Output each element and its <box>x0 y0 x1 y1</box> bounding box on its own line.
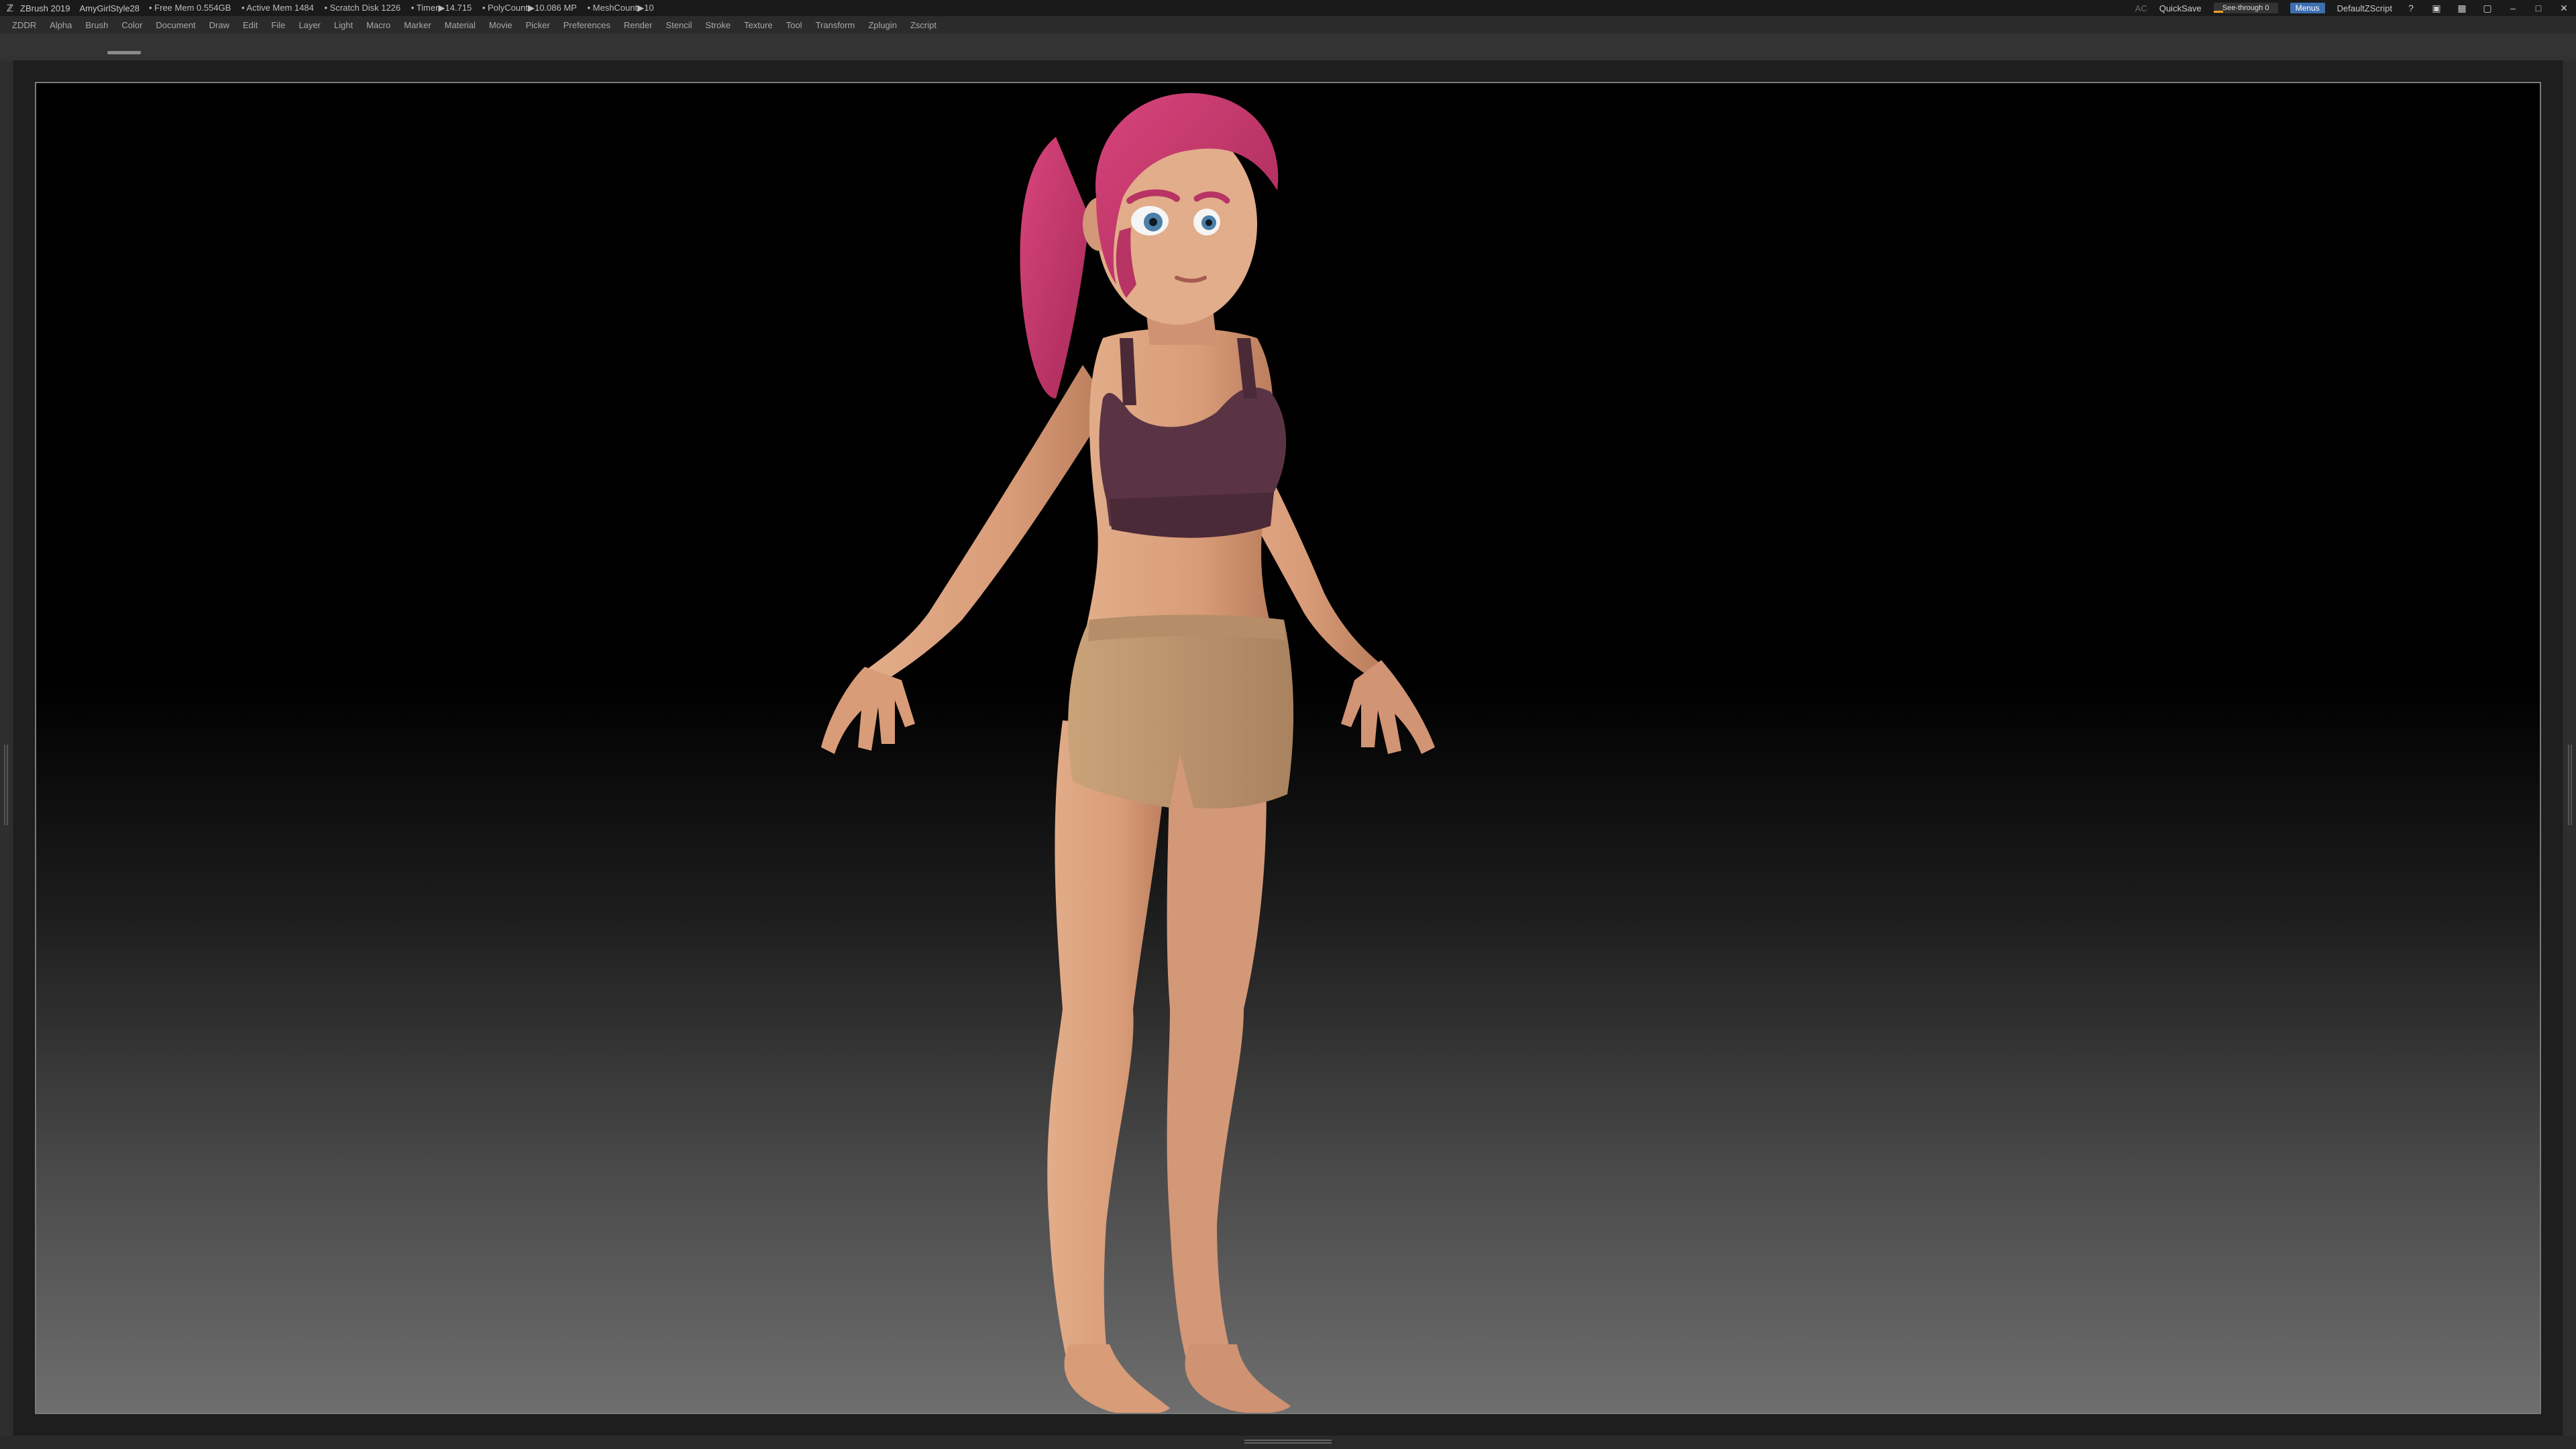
menus-toggle-button[interactable]: Menus <box>2290 3 2325 13</box>
right-pupil <box>1205 219 1212 226</box>
maximize-icon[interactable]: □ <box>2532 2 2545 14</box>
menu-render[interactable]: Render <box>624 20 653 30</box>
memory-stats: • Free Mem 0.554GB • Active Mem 1484 • S… <box>149 3 662 13</box>
see-through-fill <box>2213 11 2223 13</box>
bottom-tray <box>0 1436 2576 1449</box>
palette-icon[interactable]: ▦ <box>2455 2 2469 14</box>
menu-movie[interactable]: Movie <box>489 20 513 30</box>
menu-picker[interactable]: Picker <box>526 20 550 30</box>
left-tray-handle[interactable] <box>4 745 8 825</box>
left-foot <box>1064 1344 1170 1413</box>
menu-zddr[interactable]: ZDDR <box>12 20 36 30</box>
bottom-tray-handle[interactable] <box>1244 1440 1332 1444</box>
menu-macro[interactable]: Macro <box>366 20 390 30</box>
left-leg <box>1047 720 1170 1371</box>
right-leg <box>1167 727 1267 1371</box>
help-icon[interactable]: ? <box>2404 2 2418 14</box>
top-shelf <box>0 34 2576 60</box>
menu-alpha[interactable]: Alpha <box>50 20 72 30</box>
shelf-tab-indicator[interactable] <box>107 51 141 54</box>
zbrush-logo-icon[interactable]: ℤ <box>4 2 16 14</box>
menu-transform[interactable]: Transform <box>816 20 855 30</box>
quicksave-button[interactable]: QuickSave <box>2159 3 2202 13</box>
default-zscript-button[interactable]: DefaultZScript <box>2337 3 2392 13</box>
right-foot <box>1185 1344 1291 1413</box>
lock-icon[interactable]: ▢ <box>2481 2 2494 14</box>
right-hand <box>1341 660 1435 754</box>
document-canvas[interactable] <box>35 82 2541 1414</box>
menu-stencil[interactable]: Stencil <box>665 20 692 30</box>
menu-brush[interactable]: Brush <box>85 20 108 30</box>
see-through-slider[interactable]: See-through 0 <box>2213 3 2278 13</box>
stat-polycount: • PolyCount▶10.086 MP <box>482 3 577 13</box>
main-menu-bar: ZDDR Alpha Brush Color Document Draw Edi… <box>0 16 2576 34</box>
crop-top-band <box>1110 492 1274 538</box>
left-pupil <box>1149 218 1157 226</box>
menu-tool[interactable]: Tool <box>786 20 802 30</box>
right-tray-handle[interactable] <box>2568 745 2572 825</box>
app-name: ZBrush 2019 <box>20 3 70 13</box>
menu-zplugin[interactable]: Zplugin <box>868 20 897 30</box>
menu-preferences[interactable]: Preferences <box>564 20 610 30</box>
right-tray <box>2564 60 2576 1442</box>
stat-free-mem: • Free Mem 0.554GB <box>149 3 231 13</box>
see-through-label: See-through 0 <box>2222 4 2269 12</box>
title-bar: ℤ ZBrush 2019 AmyGirlStyle28 • Free Mem … <box>0 0 2576 16</box>
left-arm <box>861 365 1110 687</box>
left-hand <box>821 667 915 754</box>
stat-timer: • Timer▶14.715 <box>411 3 472 13</box>
menu-texture[interactable]: Texture <box>744 20 773 30</box>
menu-material[interactable]: Material <box>445 20 476 30</box>
menu-stroke[interactable]: Stroke <box>706 20 731 30</box>
stat-meshcount: • MeshCount▶10 <box>587 3 654 13</box>
ac-indicator[interactable]: AC <box>2135 3 2147 13</box>
character-model[interactable] <box>36 83 2541 1414</box>
menu-marker[interactable]: Marker <box>404 20 431 30</box>
layout-icon[interactable]: ▣ <box>2430 2 2443 14</box>
document-name: AmyGirlStyle28 <box>79 3 140 13</box>
minimize-icon[interactable]: – <box>2506 2 2520 14</box>
menu-color[interactable]: Color <box>121 20 142 30</box>
ponytail <box>1020 137 1089 398</box>
titlebar-right-controls: AC QuickSave See-through 0 Menus Default… <box>2123 0 2576 16</box>
menu-zscript[interactable]: Zscript <box>910 20 936 30</box>
menu-file[interactable]: File <box>271 20 285 30</box>
menu-edit[interactable]: Edit <box>243 20 258 30</box>
menu-layer[interactable]: Layer <box>299 20 321 30</box>
stat-active-mem: • Active Mem 1484 <box>241 3 314 13</box>
stat-scratch-disk: • Scratch Disk 1226 <box>324 3 401 13</box>
left-tray <box>0 60 12 1442</box>
menu-light[interactable]: Light <box>334 20 353 30</box>
menu-document[interactable]: Document <box>156 20 195 30</box>
close-icon[interactable]: ✕ <box>2557 2 2571 14</box>
menu-draw[interactable]: Draw <box>209 20 229 30</box>
